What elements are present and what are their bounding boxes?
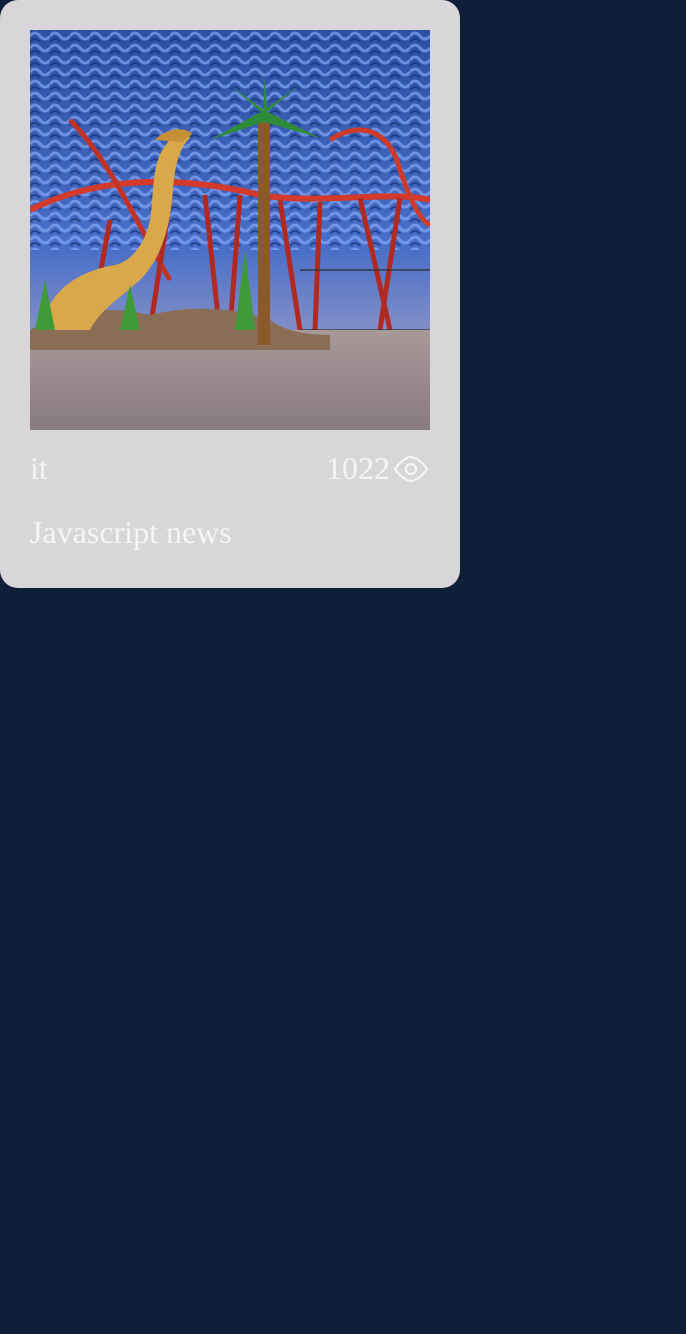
- card-image: [30, 30, 430, 430]
- views-count: 1022: [326, 450, 390, 486]
- news-card[interactable]: it 1022 Javascript news: [0, 0, 460, 588]
- card-meta-row: it 1022: [30, 448, 430, 488]
- card-title[interactable]: Javascript news: [30, 512, 232, 552]
- category-label[interactable]: it: [30, 448, 48, 488]
- eye-icon: [392, 448, 430, 488]
- views-counter: 1022: [326, 448, 430, 488]
